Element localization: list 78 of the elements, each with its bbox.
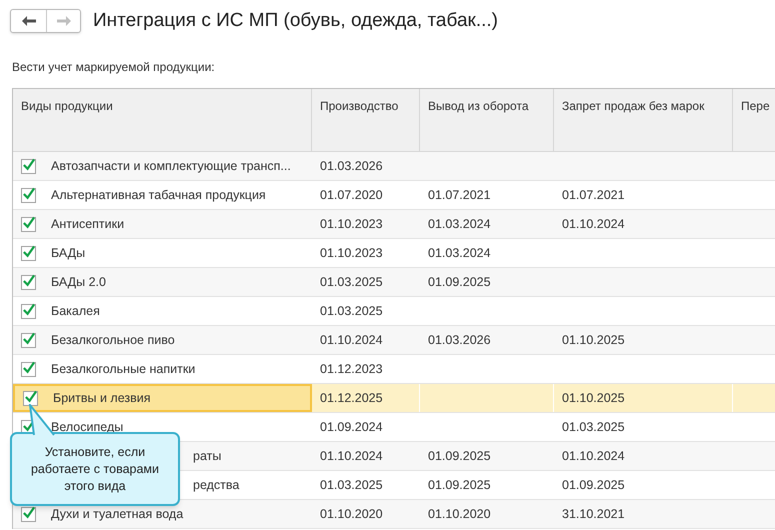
product-name: Бритвы и лезвия xyxy=(53,390,151,407)
checkbox[interactable] xyxy=(21,362,36,376)
page-title: Интеграция с ИС МП (обувь, одежда, табак...) xyxy=(93,8,498,33)
checkbox[interactable] xyxy=(21,274,36,290)
checkmark-icon xyxy=(22,506,35,520)
date-cell-text: 01.10.2024 xyxy=(320,332,383,349)
date-cell-text: 31.10.2021 xyxy=(562,506,625,523)
date-cell-text: 01.03.2025 xyxy=(320,476,383,494)
date-cell-text: 01.10.2024 xyxy=(562,448,625,465)
column-header[interactable]: Вывод из оборота xyxy=(420,89,554,151)
column-header[interactable]: Запрет продаж без марок xyxy=(554,89,733,151)
product-name: Антисептики xyxy=(51,216,124,233)
table-row[interactable]: БАДы 2.0 01.03.2025 01.09.2025 xyxy=(13,268,775,297)
checkmark-icon xyxy=(22,244,35,258)
checkmark-icon xyxy=(22,186,35,200)
checkbox[interactable] xyxy=(21,216,36,232)
checkmark-icon xyxy=(22,332,35,346)
product-name: Велосипеды xyxy=(51,418,124,436)
table-row[interactable]: Бритвы и лезвия 01.12.2025 01.10.2025 xyxy=(13,384,775,413)
column-header[interactable]: Производство xyxy=(312,89,420,151)
date-cell-text: 01.03.2025 xyxy=(562,418,625,436)
checkbox[interactable] xyxy=(21,188,36,202)
checkbox[interactable] xyxy=(21,506,36,522)
checkmark-icon xyxy=(22,274,35,288)
product-name: Безалкогольные напитки xyxy=(51,360,196,378)
date-cell-text: 01.10.2020 xyxy=(320,506,383,523)
date-cell-text: 01.12.2023 xyxy=(320,360,383,378)
date-cell-text: 01.10.2023 xyxy=(320,216,383,233)
table-row[interactable]: Духи и туалетная вода 01.10.2020 01.10.2020 31.10.2021 xyxy=(13,500,775,529)
date-cell-text: 01.03.2025 xyxy=(320,302,383,320)
date-cell-text: 01.03.2026 xyxy=(428,332,491,349)
table-row[interactable]: Антисептики 01.10.2023 01.03.2024 01.10.2024 xyxy=(13,210,775,239)
date-cell-text: 01.10.2020 xyxy=(428,506,491,523)
date-cell-text: 01.07.2020 xyxy=(320,186,383,204)
product-name: раты xyxy=(193,448,222,465)
product-name: Духи и туалетная вода xyxy=(51,506,184,523)
product-name: Безалкогольное пиво xyxy=(51,332,175,349)
checkmark-icon xyxy=(22,158,35,172)
date-cell-text: 01.03.2024 xyxy=(428,216,491,233)
column-header[interactable]: Пере xyxy=(733,89,775,151)
product-name: БАДы xyxy=(51,244,86,262)
product-name: редства xyxy=(193,476,240,494)
checkmark-icon xyxy=(22,302,35,316)
date-cell-text: 01.10.2024 xyxy=(320,448,383,465)
column-header[interactable]: Виды продукции xyxy=(13,89,312,151)
left-arrow-icon xyxy=(22,16,36,26)
date-cell-text: 01.09.2025 xyxy=(428,476,491,494)
date-cell-text: 01.09.2025 xyxy=(428,448,491,465)
checkbox[interactable] xyxy=(23,390,38,406)
date-cell-text: 01.10.2023 xyxy=(320,244,383,262)
date-cell-text: 01.09.2025 xyxy=(562,476,625,494)
date-cell-text: 01.10.2024 xyxy=(562,216,625,233)
checkmark-icon xyxy=(22,216,35,230)
date-cell-text: 01.03.2026 xyxy=(320,158,383,175)
product-name: Автозапчасти и комплектующие трансп... xyxy=(51,158,291,175)
checkmark-icon xyxy=(22,360,35,374)
date-cell-text: 01.10.2025 xyxy=(562,332,625,349)
date-cell-text: 01.10.2025 xyxy=(562,390,625,407)
callout-text: Установите, если работаете с товарами этого вида xyxy=(30,444,160,494)
product-name: Бакалея xyxy=(51,302,100,320)
date-cell-text: 01.09.2025 xyxy=(428,274,491,291)
date-cell-text: 01.07.2021 xyxy=(428,186,491,204)
table-row[interactable]: Автозапчасти и комплектующие трансп... 01.03.2026 xyxy=(13,152,775,181)
checkbox[interactable] xyxy=(21,304,36,318)
right-arrow-icon xyxy=(56,16,70,26)
date-cell-text: 01.12.2025 xyxy=(320,390,383,407)
checkbox[interactable] xyxy=(21,246,36,260)
date-cell-text: 01.07.2021 xyxy=(562,186,625,204)
date-cell-text: 01.09.2024 xyxy=(320,418,383,436)
date-cell-text: 01.03.2025 xyxy=(320,274,383,291)
date-cell-text: 01.03.2024 xyxy=(428,244,491,262)
product-name: Альтернативная табачная продукция xyxy=(51,186,266,204)
section-label: Вести учет маркируемой продукции: xyxy=(12,59,216,76)
checkmark-icon xyxy=(24,390,37,404)
table-row[interactable]: Безалкогольное пиво 01.10.2024 01.03.2026 01.10.2025 xyxy=(13,326,775,355)
product-name: БАДы 2.0 xyxy=(51,274,106,291)
checkbox[interactable] xyxy=(21,332,36,348)
checkbox[interactable] xyxy=(21,158,36,174)
